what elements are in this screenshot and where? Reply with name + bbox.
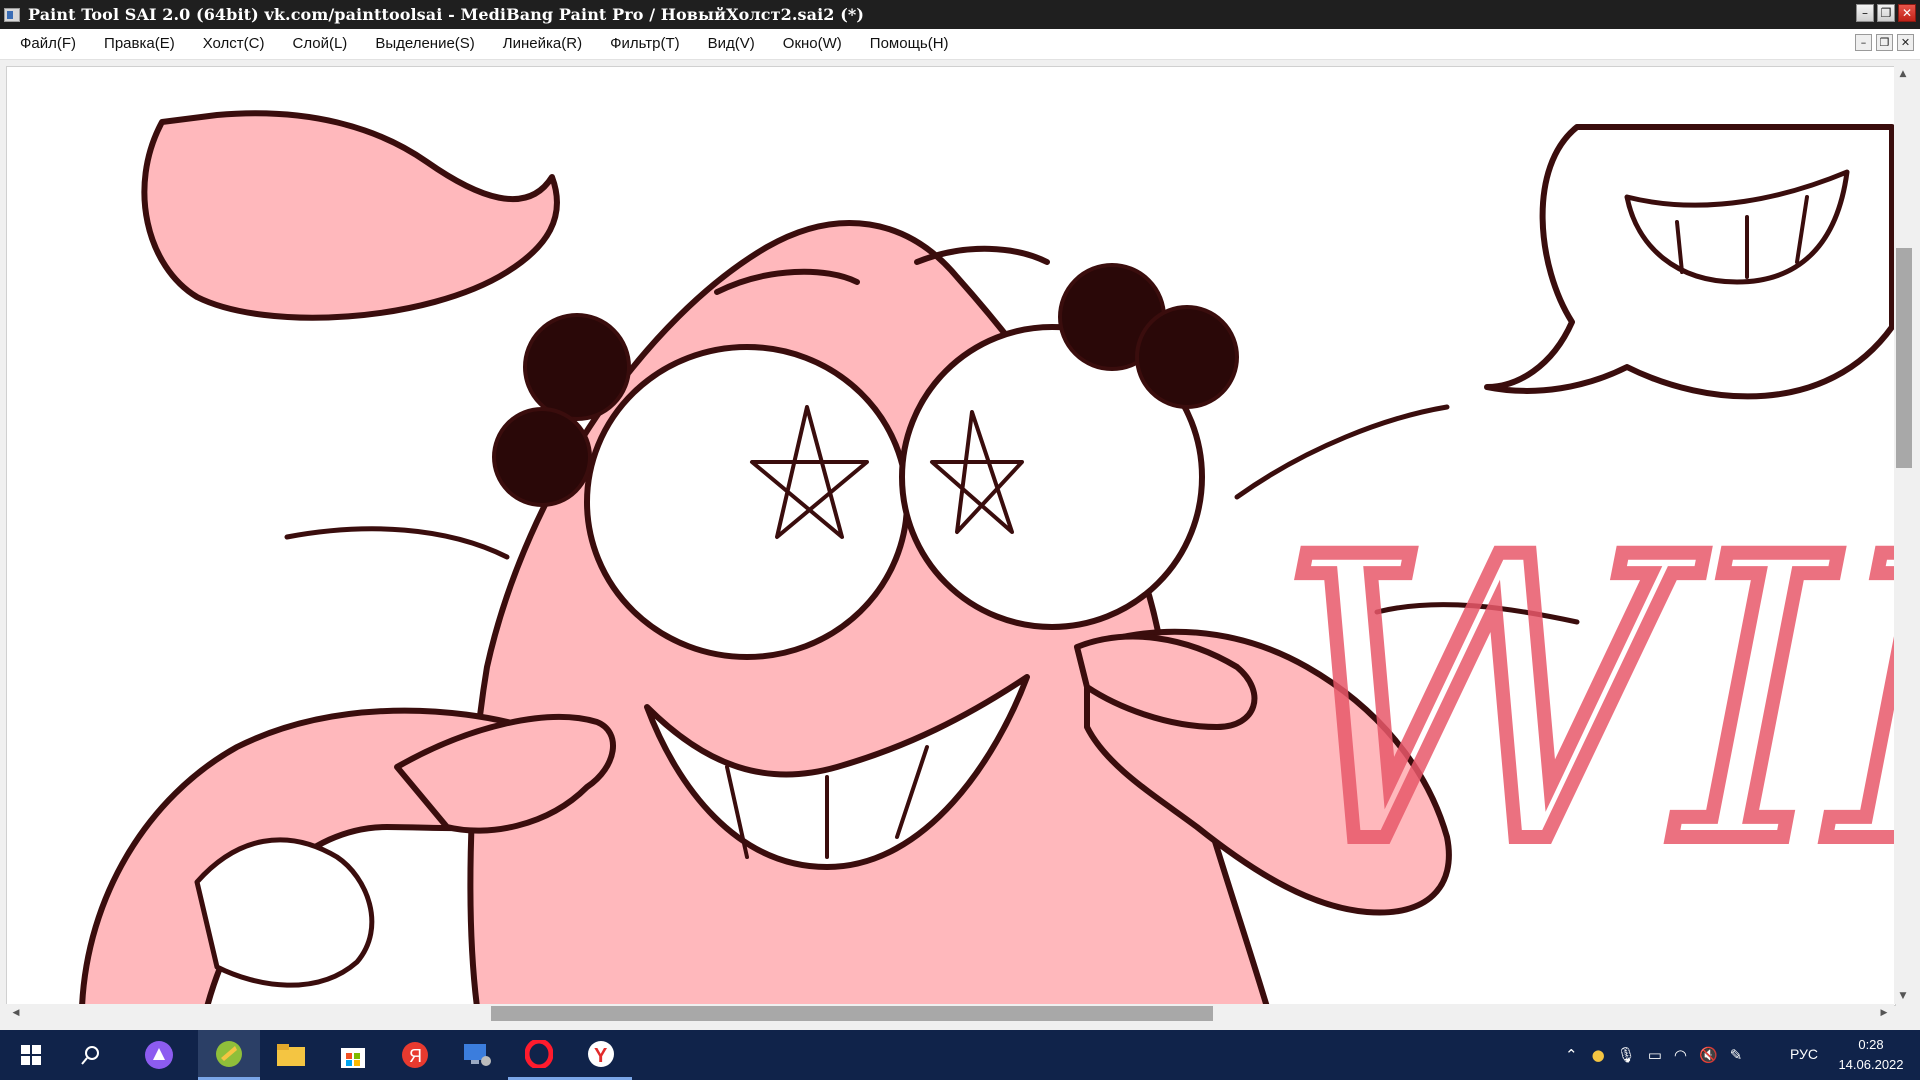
document-minimize-button[interactable]: – bbox=[1855, 34, 1872, 51]
minimize-button[interactable]: – bbox=[1856, 4, 1874, 22]
vertical-scroll-thumb[interactable] bbox=[1896, 248, 1912, 468]
arm-left-inner bbox=[194, 837, 375, 988]
motion-line-left bbox=[284, 526, 510, 560]
taskbar: Я Y ⌃ ● 🎙 ▭ ◠ 🔇 ✎ РУС 0:28 14.06.2022 bbox=[0, 1030, 1920, 1080]
close-button[interactable]: ✕ bbox=[1898, 4, 1916, 22]
menu-view[interactable]: Вид(V) bbox=[694, 29, 769, 59]
curl-4 bbox=[1135, 305, 1239, 409]
menu-filter[interactable]: Фильтр(T) bbox=[596, 29, 694, 59]
horizontal-scrollbar[interactable]: ◀ ▶ bbox=[6, 1004, 1894, 1022]
restore-button[interactable]: ❐ bbox=[1877, 4, 1895, 22]
clock-time: 0:28 bbox=[1858, 1037, 1884, 1052]
clock[interactable]: 0:28 14.06.2022 bbox=[1830, 1035, 1912, 1075]
pen-icon[interactable]: ✎ bbox=[1730, 1046, 1743, 1064]
alice-assistant-icon[interactable] bbox=[128, 1030, 190, 1080]
document-close-button[interactable]: ✕ bbox=[1897, 34, 1914, 51]
eye-left bbox=[584, 344, 910, 660]
curl-2 bbox=[492, 407, 592, 507]
scroll-left-icon[interactable]: ◀ bbox=[8, 1005, 24, 1021]
menu-layer[interactable]: Слой(L) bbox=[279, 29, 362, 59]
menu-bar: Файл(F) Правка(E) Холст(C) Слой(L) Выдел… bbox=[0, 29, 1920, 60]
opera-icon[interactable] bbox=[508, 1030, 570, 1080]
search-icon[interactable] bbox=[60, 1030, 122, 1080]
wifi-icon[interactable]: ◠ bbox=[1674, 1046, 1687, 1064]
curl-1 bbox=[523, 313, 631, 421]
microphone-icon[interactable]: 🎙 bbox=[1617, 1046, 1636, 1064]
yandex-browser-icon[interactable]: Я bbox=[384, 1030, 446, 1080]
vertical-scrollbar[interactable]: ▲ ▼ bbox=[1894, 66, 1912, 1004]
file-explorer-icon[interactable] bbox=[260, 1030, 322, 1080]
menu-file[interactable]: Файл(F) bbox=[6, 29, 90, 59]
svg-text:Я: Я bbox=[409, 1046, 422, 1066]
document-controls: – ❐ ✕ bbox=[1855, 34, 1914, 51]
window-controls: – ❐ ✕ bbox=[1856, 4, 1916, 22]
artwork: WIP bbox=[79, 110, 1895, 1005]
tray-app-icon[interactable]: ● bbox=[1592, 1046, 1605, 1064]
document-restore-button[interactable]: ❐ bbox=[1876, 34, 1893, 51]
menu-help[interactable]: Помощь(H) bbox=[856, 29, 963, 59]
app-icon[interactable] bbox=[4, 7, 20, 22]
menu-canvas[interactable]: Холст(C) bbox=[189, 29, 279, 59]
scroll-up-icon[interactable]: ▲ bbox=[1895, 66, 1911, 82]
volume-muted-icon[interactable]: 🔇 bbox=[1699, 1046, 1718, 1064]
svg-text:Y: Y bbox=[594, 1045, 608, 1067]
title-bar: Paint Tool SAI 2.0 (64bit) vk.com/paintt… bbox=[0, 0, 1920, 29]
window-title: Paint Tool SAI 2.0 (64bit) vk.com/paintt… bbox=[28, 5, 865, 24]
menu-selection[interactable]: Выделение(S) bbox=[361, 29, 488, 59]
menu-window[interactable]: Окно(W) bbox=[769, 29, 856, 59]
start-icon[interactable] bbox=[0, 1030, 62, 1080]
paint-tool-sai-icon[interactable] bbox=[198, 1030, 260, 1080]
system-tray: ⌃ ● 🎙 ▭ ◠ 🔇 ✎ bbox=[1565, 1030, 1742, 1080]
language-indicator[interactable]: РУС bbox=[1790, 1046, 1818, 1062]
desktop-app-icon[interactable] bbox=[446, 1030, 508, 1080]
drawing-canvas[interactable]: WIP bbox=[6, 66, 1896, 1006]
arm-top-left bbox=[141, 110, 560, 321]
clock-date: 14.06.2022 bbox=[1838, 1057, 1904, 1072]
scroll-right-icon[interactable]: ▶ bbox=[1876, 1005, 1892, 1021]
canvas-area: WIP bbox=[0, 60, 1920, 1030]
wip-watermark: WIP bbox=[1277, 475, 1895, 929]
show-hidden-icons-icon[interactable]: ⌃ bbox=[1565, 1046, 1578, 1064]
menu-edit[interactable]: Правка(E) bbox=[90, 29, 189, 59]
yandex-icon[interactable]: Y bbox=[570, 1030, 632, 1080]
scroll-down-icon[interactable]: ▼ bbox=[1895, 988, 1911, 1004]
menu-ruler[interactable]: Линейка(R) bbox=[489, 29, 596, 59]
battery-icon[interactable]: ▭ bbox=[1648, 1046, 1662, 1064]
microsoft-store-icon[interactable] bbox=[322, 1030, 384, 1080]
horizontal-scroll-thumb[interactable] bbox=[491, 1006, 1213, 1021]
